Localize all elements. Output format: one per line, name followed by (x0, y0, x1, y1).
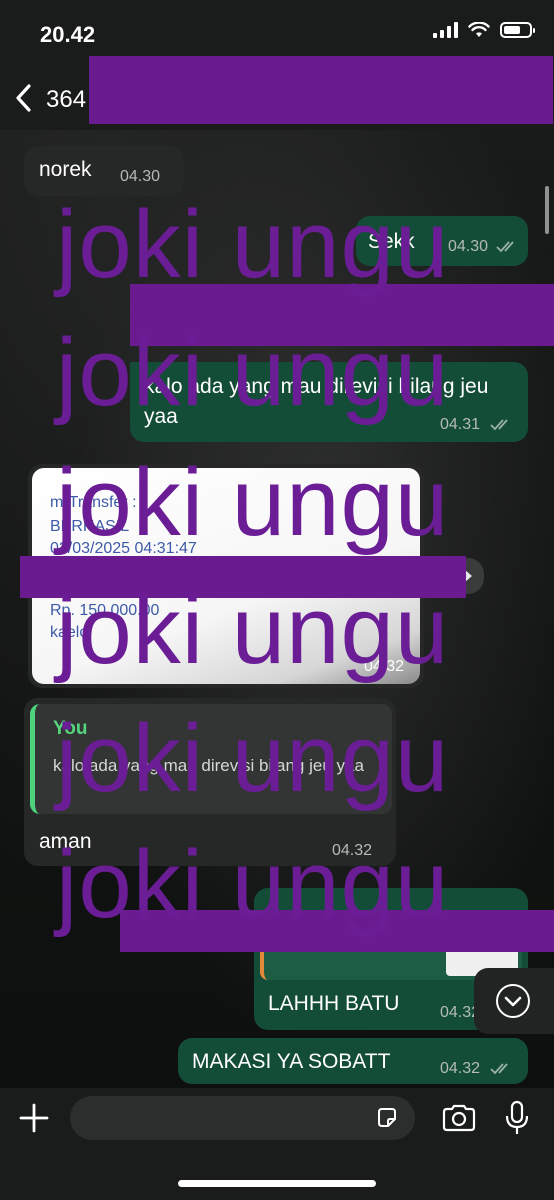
redaction-bar (20, 556, 466, 598)
message-text: LAHHH BATU (268, 992, 400, 1015)
message-text: Sekk (368, 230, 415, 253)
redaction-bar (120, 910, 554, 952)
scroll-to-bottom-button[interactable] (474, 968, 554, 1034)
message-time: 04.30 (120, 168, 161, 185)
quote-author: You (53, 718, 88, 739)
back-icon[interactable] (12, 82, 36, 114)
double-check-icon (496, 241, 514, 253)
message-bubble-incoming[interactable]: norek 04.30 (24, 146, 184, 196)
double-check-icon (490, 1063, 508, 1075)
redaction-bar (130, 284, 554, 346)
message-text: aman (39, 830, 92, 853)
cellular-signal-icon (433, 22, 458, 38)
double-check-icon (490, 419, 508, 431)
message-bubble-outgoing[interactable]: kalo ada yang mau direvisi bilang jeu ya… (130, 362, 528, 442)
message-time: 04.30 (448, 238, 489, 255)
message-input[interactable] (70, 1096, 370, 1140)
plus-icon[interactable] (18, 1102, 50, 1134)
camera-icon[interactable] (441, 1104, 477, 1132)
wifi-icon (468, 22, 490, 37)
receipt-line: Rp. 150,000.00 (50, 602, 160, 619)
receipt-line: kaelo (50, 624, 89, 641)
mic-icon[interactable] (504, 1100, 530, 1136)
status-time: 20.42 (40, 22, 96, 47)
receipt-line: BERHASIL (50, 518, 130, 535)
scroll-down-circle (496, 984, 530, 1018)
scroll-indicator[interactable] (545, 186, 549, 234)
message-text: MAKASI YA SOBATT (192, 1050, 391, 1073)
receipt-line: m-Transfer : (50, 494, 137, 511)
status-icons (433, 22, 535, 38)
message-time: 04.32 (440, 1060, 481, 1077)
chevron-down-icon (504, 996, 522, 1007)
message-time: 04.32 (363, 658, 404, 675)
home-indicator[interactable] (178, 1180, 376, 1187)
message-bubble-outgoing[interactable]: MAKASI YA SOBATT 04.32 (178, 1038, 528, 1084)
message-time: 04.31 (440, 416, 481, 433)
contact-name[interactable]: 364 (46, 86, 86, 114)
redaction-bar (89, 56, 553, 124)
battery-icon (500, 22, 535, 38)
message-bubble-outgoing[interactable]: Sekk 04.30 (356, 216, 528, 266)
message-text: norek (39, 158, 92, 181)
message-time: 04.32 (332, 842, 373, 859)
message-input-container[interactable] (70, 1096, 415, 1140)
composer-bar (0, 1088, 554, 1200)
reply-quote[interactable]: You kalo ada yang mau direvisi bilang je… (30, 704, 392, 814)
sticker-icon[interactable] (375, 1106, 399, 1130)
quote-text: kalo ada yang mau direvisi bilang jeu ya… (53, 756, 364, 775)
